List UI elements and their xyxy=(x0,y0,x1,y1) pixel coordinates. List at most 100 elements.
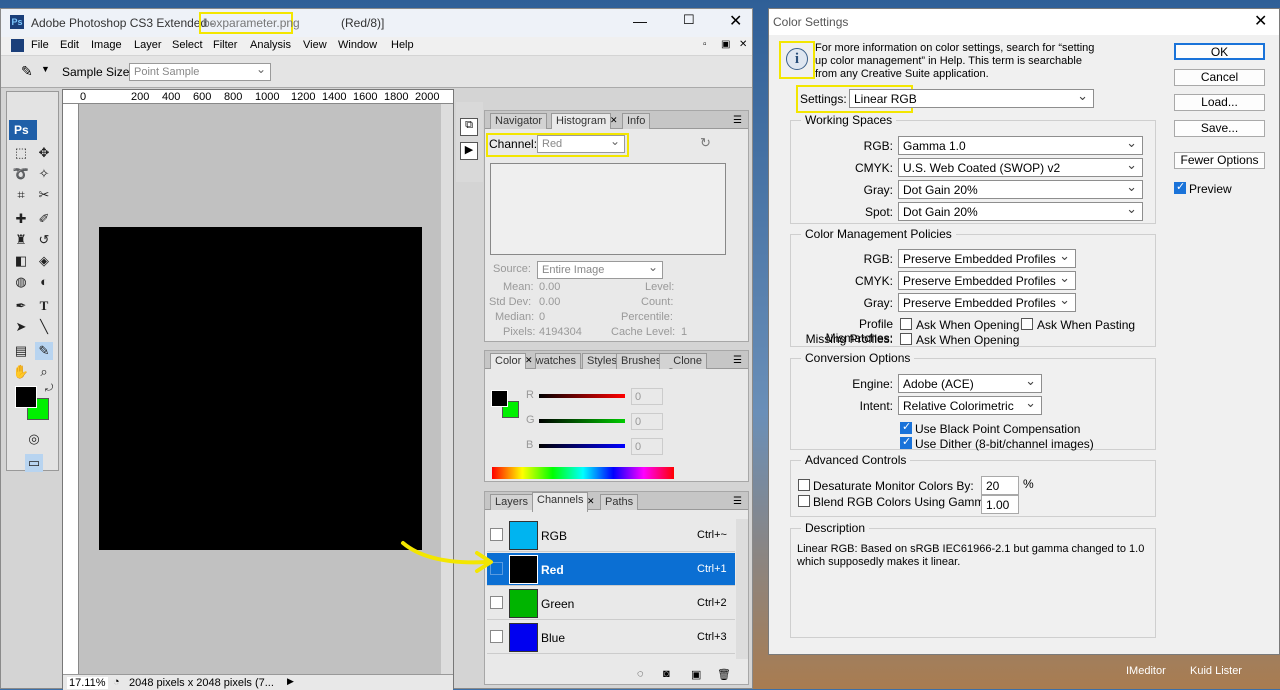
path-select-icon[interactable]: ➤ xyxy=(12,318,30,336)
channel-row-red[interactable]: Red Ctrl+1 xyxy=(487,553,735,586)
visibility-toggle[interactable] xyxy=(490,596,503,609)
doc-restore-icon[interactable]: ▣ xyxy=(721,39,730,50)
paint-bucket-icon[interactable]: ◈ xyxy=(35,252,53,270)
slice-tool-icon[interactable]: ✂ xyxy=(35,186,53,204)
quick-mask-icon[interactable]: ◎ xyxy=(25,430,43,448)
pol-cmyk-select[interactable]: Preserve Embedded Profiles xyxy=(898,270,1076,290)
intent-select[interactable]: Relative Colorimetric xyxy=(898,395,1042,415)
magic-wand-tool-icon[interactable]: ✧ xyxy=(35,165,53,183)
swap-colors-icon[interactable]: ⤾ xyxy=(40,380,58,398)
doc-minimize-icon[interactable]: ▫ xyxy=(703,39,707,50)
vertical-ruler[interactable] xyxy=(63,104,79,674)
desaturate-input[interactable]: 20 xyxy=(981,476,1019,495)
new-channel-icon[interactable]: ▣ xyxy=(691,668,701,681)
ask-opening-checkbox[interactable] xyxy=(900,318,912,330)
load-button[interactable]: Load... xyxy=(1174,94,1265,111)
move-tool-icon[interactable]: ✥ xyxy=(35,144,53,162)
line-tool-icon[interactable]: ╲ xyxy=(35,318,53,336)
channel-row-green[interactable]: Green Ctrl+2 xyxy=(487,587,735,620)
histogram-tab-close-icon[interactable]: ✕ xyxy=(610,115,618,126)
channels-scrollbar[interactable] xyxy=(736,519,748,659)
color-spectrum-ramp[interactable] xyxy=(492,467,674,479)
source-select[interactable]: Entire Image xyxy=(537,260,663,279)
status-menu-icon[interactable]: ◔ xyxy=(113,676,120,688)
tab-info[interactable]: Info xyxy=(622,113,651,129)
color-fg-swatch[interactable] xyxy=(491,390,508,407)
status-arrow-icon[interactable]: ▶ xyxy=(287,676,294,687)
fewer-options-button[interactable]: Fewer Options xyxy=(1174,152,1265,169)
lasso-tool-icon[interactable]: ➰ xyxy=(12,165,30,183)
pol-gray-select[interactable]: Preserve Embedded Profiles xyxy=(898,292,1076,312)
slider-r-value[interactable]: 0 xyxy=(631,388,663,405)
bpc-checkbox[interactable] xyxy=(900,420,912,434)
slider-g-track[interactable] xyxy=(539,419,625,423)
pen-tool-icon[interactable]: ✒ xyxy=(12,297,30,315)
marquee-tool-icon[interactable]: ⬚ xyxy=(12,144,30,162)
eyedropper-icon[interactable]: ✎ xyxy=(35,342,53,360)
vertical-scrollbar[interactable] xyxy=(441,104,453,674)
menu-edit[interactable]: Edit xyxy=(60,39,79,51)
channel-row-blue[interactable]: Blue Ctrl+3 xyxy=(487,621,735,654)
menu-view[interactable]: View xyxy=(303,39,327,51)
delete-channel-icon[interactable]: 🗑 xyxy=(717,668,731,681)
sample-size-select[interactable]: Point Sample xyxy=(129,62,271,81)
tab-swatches[interactable]: Swatches xyxy=(535,353,581,369)
taskbar-kuid-lister[interactable]: Kuid Lister xyxy=(1190,665,1242,677)
channel-select[interactable]: Red xyxy=(537,134,625,153)
blend-checkbox[interactable] xyxy=(798,495,810,507)
ws-rgb-select[interactable]: Gamma 1.0 xyxy=(898,135,1143,155)
visibility-toggle[interactable] xyxy=(490,630,503,643)
menu-file[interactable]: File xyxy=(31,39,49,51)
actions-panel-icon[interactable]: ▶ xyxy=(460,142,478,160)
preview-checkbox[interactable] xyxy=(1174,180,1186,194)
menu-window[interactable]: Window xyxy=(338,39,377,51)
menu-select[interactable]: Select xyxy=(172,39,203,51)
save-selection-icon[interactable]: ◙ xyxy=(663,668,670,680)
ws-cmyk-select[interactable]: U.S. Web Coated (SWOP) v2 xyxy=(898,157,1143,177)
notes-tool-icon[interactable]: ▤ xyxy=(12,342,30,360)
slider-b-track[interactable] xyxy=(539,444,625,448)
channels-panel-menu-icon[interactable]: ☰ xyxy=(733,496,742,507)
close-icon[interactable]: ✕ xyxy=(729,11,742,31)
load-selection-icon[interactable]: ◌ xyxy=(637,668,644,680)
eyedropper-tool-icon[interactable]: ✎ xyxy=(21,63,33,80)
cancel-button[interactable]: Cancel xyxy=(1174,69,1265,86)
zoom-level[interactable]: 17.11% xyxy=(67,677,108,689)
menu-filter[interactable]: Filter xyxy=(213,39,237,51)
hand-tool-icon[interactable]: ✋ xyxy=(12,363,30,381)
settings-select[interactable]: Linear RGB xyxy=(849,88,1094,108)
foreground-color-swatch[interactable] xyxy=(15,386,37,408)
ws-gray-select[interactable]: Dot Gain 20% xyxy=(898,179,1143,199)
channel-row-rgb[interactable]: RGB Ctrl+~ xyxy=(487,519,735,552)
menu-image[interactable]: Image xyxy=(91,39,122,51)
tool-preset-chevron-icon[interactable]: ▼ xyxy=(41,64,50,74)
crop-tool-icon[interactable]: ⌗ xyxy=(12,186,30,204)
maximize-icon[interactable]: ☐ xyxy=(683,12,695,28)
menu-layer[interactable]: Layer xyxy=(134,39,162,51)
eraser-tool-icon[interactable]: ◧ xyxy=(12,252,30,270)
tab-paths[interactable]: Paths xyxy=(600,494,639,510)
blur-tool-icon[interactable]: ◍ xyxy=(12,273,30,291)
desaturate-checkbox[interactable] xyxy=(798,479,810,491)
tab-layers[interactable]: Layers xyxy=(490,494,534,510)
dialog-close-icon[interactable]: ✕ xyxy=(1254,11,1267,31)
image-canvas[interactable] xyxy=(99,227,422,550)
channels-tab-close-icon[interactable]: ✕ xyxy=(587,496,595,507)
ask-opening-missing-checkbox[interactable] xyxy=(900,333,912,345)
zoom-tool-icon[interactable]: ⌕ xyxy=(35,363,53,381)
healing-tool-icon[interactable]: ✚ xyxy=(12,210,30,228)
color-tab-close-icon[interactable]: ✕ xyxy=(525,355,533,366)
dodge-tool-icon[interactable]: ◐ xyxy=(35,273,53,291)
minimize-icon[interactable]: — xyxy=(633,13,647,29)
refresh-icon[interactable]: ↻ xyxy=(700,135,711,151)
slider-b-value[interactable]: 0 xyxy=(631,438,663,455)
ask-pasting-checkbox[interactable] xyxy=(1021,318,1033,330)
type-tool-icon[interactable]: T xyxy=(35,297,53,315)
ok-button[interactable]: OK xyxy=(1174,43,1265,60)
menu-help[interactable]: Help xyxy=(391,39,414,51)
engine-select[interactable]: Adobe (ACE) xyxy=(898,373,1042,393)
dither-checkbox[interactable] xyxy=(900,435,912,449)
tab-channels[interactable]: Channels xyxy=(532,492,589,512)
horizontal-ruler[interactable]: 0 200 400 600 800 1000 1200 1400 1600 18… xyxy=(63,90,453,104)
history-brush-icon[interactable]: ↺ xyxy=(35,231,53,249)
